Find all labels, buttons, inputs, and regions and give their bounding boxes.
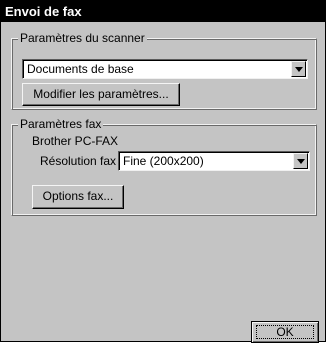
- fax-driver-name: Brother PC-FAX: [32, 134, 119, 148]
- fax-resolution-dropdown-button[interactable]: [293, 153, 308, 169]
- fax-resolution-label: Résolution fax :: [40, 154, 123, 168]
- focus-rect: [256, 325, 314, 339]
- fax-send-dialog: Envoi de fax Paramètres du scanner Docum…: [0, 0, 326, 343]
- modify-settings-button[interactable]: Modifier les paramètres...: [22, 83, 180, 106]
- chevron-down-icon: [295, 67, 303, 72]
- scanner-settings-group: Paramètres du scanner Documents de base …: [11, 31, 317, 110]
- dialog-title: Envoi de fax: [1, 1, 325, 22]
- fax-options-button[interactable]: Options fax...: [32, 185, 124, 209]
- ok-button[interactable]: OK: [251, 321, 319, 343]
- modify-settings-label: Modifier les paramètres...: [33, 87, 169, 101]
- fax-options-label: Options fax...: [42, 189, 114, 203]
- scanner-settings-legend: Paramètres du scanner: [18, 31, 147, 45]
- scanner-profile-dropdown-button[interactable]: [291, 61, 306, 77]
- scanner-profile-select[interactable]: Documents de base: [22, 59, 308, 79]
- fax-resolution-select[interactable]: Fine (200x200): [118, 151, 310, 171]
- scanner-profile-value: Documents de base: [27, 62, 134, 76]
- fax-settings-group: Paramètres fax Brother PC-FAX Résolution…: [11, 117, 317, 216]
- fax-resolution-value: Fine (200x200): [123, 154, 204, 168]
- fax-settings-legend: Paramètres fax: [18, 117, 104, 131]
- chevron-down-icon: [297, 159, 305, 164]
